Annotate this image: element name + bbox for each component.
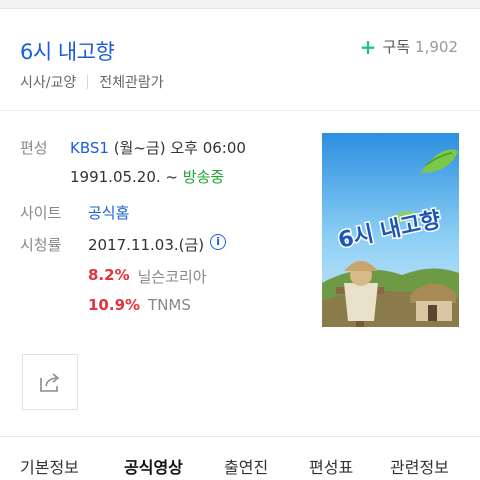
rating-source: TNMS (148, 296, 191, 314)
tab-related-info[interactable]: 관련정보 (390, 454, 449, 478)
divider (0, 436, 480, 437)
ratings-row: 시청률 2017.11.03.(금) i (20, 234, 227, 255)
official-site-link[interactable]: 공식홈 (88, 202, 129, 223)
program-meta: 시사/교양 전체관람가 (20, 72, 164, 92)
start-date: 1991.05.20. ~ (70, 168, 183, 186)
rating-entry: 10.9% TNMS (88, 296, 191, 314)
tab-schedule[interactable]: 편성표 (309, 454, 353, 478)
air-time: (월~금) 오후 06:00 (108, 139, 246, 157)
rating-entry: 8.2% 닐슨코리아 (88, 266, 207, 287)
plus-icon: + (359, 34, 377, 59)
ratings-date: 2017.11.03.(금) (88, 236, 205, 254)
tab-official-videos[interactable]: 공식영상 (124, 454, 183, 478)
subscriber-count: 1,902 (415, 37, 458, 56)
schedule-row: 편성 KBS1 (월~금) 오후 06:00 (20, 137, 246, 158)
divider (0, 110, 480, 111)
genre-label: 시사/교양 (20, 75, 77, 91)
site-row: 사이트 공식홈 (20, 202, 129, 223)
share-button[interactable] (22, 354, 78, 410)
subscribe-label: 구독 (382, 38, 411, 56)
channel-link[interactable]: KBS1 (70, 139, 109, 157)
ratings-label: 시청률 (20, 236, 62, 254)
broadcast-period-row: 1991.05.20. ~ 방송중 (70, 166, 224, 187)
program-poster[interactable]: 6시 내고향 (322, 133, 459, 327)
info-icon[interactable]: i (210, 234, 227, 250)
tab-cast[interactable]: 출연진 (224, 454, 268, 478)
poster-image: 6시 내고향 (322, 133, 459, 327)
rating-source: 닐슨코리아 (137, 268, 207, 286)
schedule-label: 편성 (20, 139, 48, 157)
tab-basic-info[interactable]: 기본정보 (20, 454, 79, 478)
site-label: 사이트 (20, 204, 62, 222)
age-rating: 전체관람가 (99, 75, 164, 91)
share-icon (40, 373, 60, 392)
subscribe-button[interactable]: + 구독 1,902 (360, 36, 458, 57)
on-air-status: 방송중 (182, 168, 225, 186)
rating-value: 10.9% (88, 296, 141, 314)
rating-value: 8.2% (88, 266, 130, 284)
divider (87, 75, 89, 89)
program-title[interactable]: 6시 내고향 (20, 36, 115, 66)
